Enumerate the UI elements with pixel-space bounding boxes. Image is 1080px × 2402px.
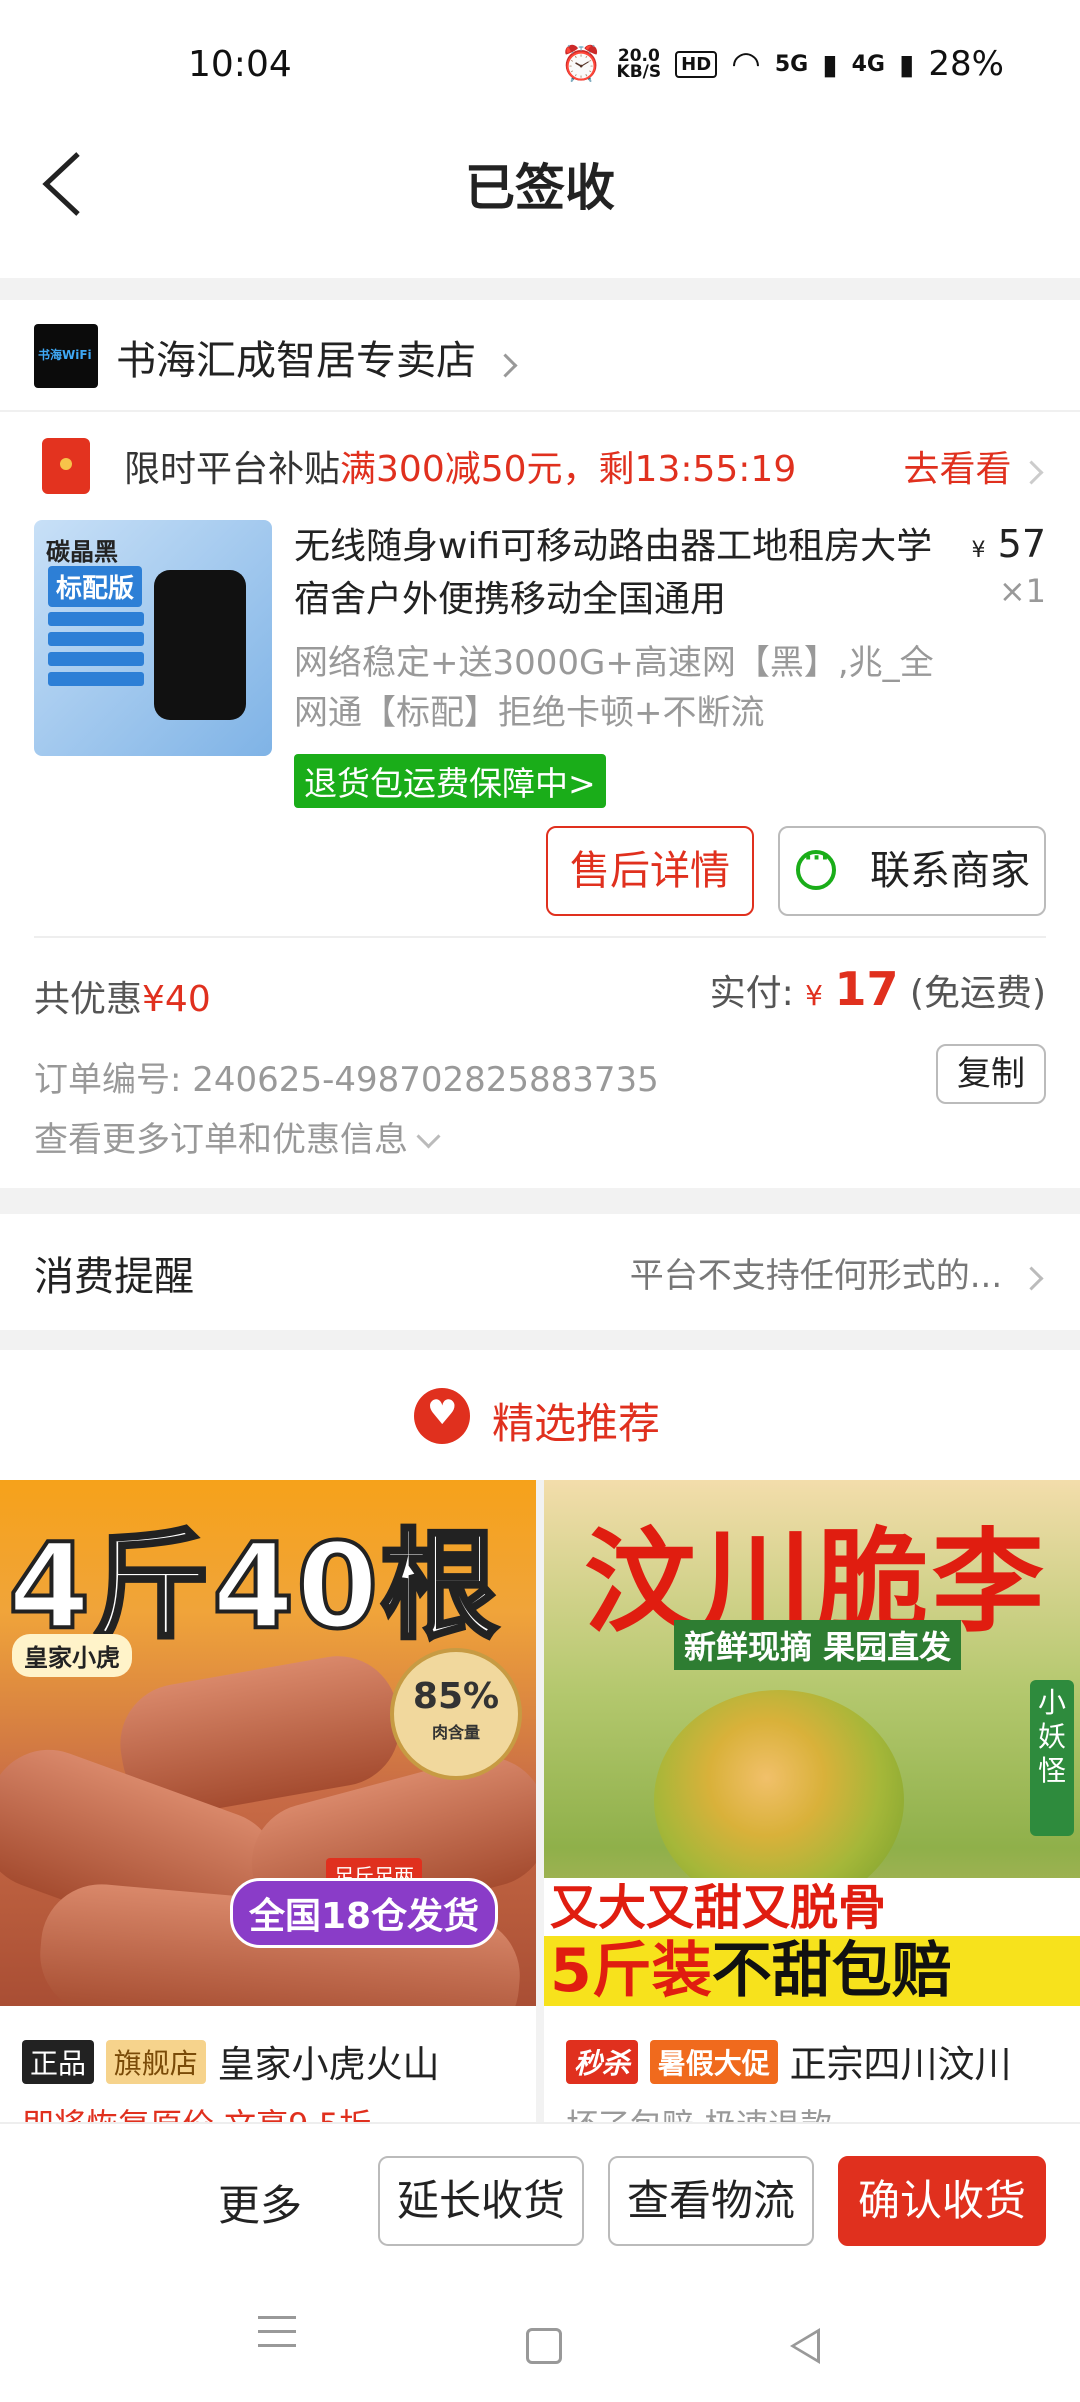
product-title[interactable]: 无线随身wifi可移动路由器工地租房大学宿舍户外便携移动全国通用: [294, 520, 944, 626]
alarm-icon: ⏰: [560, 44, 603, 84]
authentic-badge: 正品: [22, 2040, 95, 2084]
store-name-link[interactable]: 书海汇成智居专卖店: [116, 328, 518, 386]
battery-level: 28%: [928, 44, 1004, 84]
product-price: ¥ 57: [971, 522, 1046, 566]
divider: [0, 410, 1080, 412]
copy-button[interactable]: 复制: [936, 1044, 1046, 1104]
more-button[interactable]: 更多: [218, 2172, 302, 2233]
recommend-item-image[interactable]: 4斤40根 皇家小虎 85% 肉含量 足斤足两 全国18仓发货: [0, 1480, 536, 2006]
hd-icon: HD: [675, 50, 718, 78]
chevron-right-icon: [493, 353, 518, 378]
heart-icon: [414, 1388, 470, 1444]
flash-sale-badge: 秒杀: [566, 2040, 639, 2084]
flagship-badge: 旗舰店: [105, 2040, 206, 2084]
after-sale-button[interactable]: 售后详情: [546, 826, 754, 916]
clock: 10:04: [188, 44, 292, 85]
scrolled-content-edge: [0, 238, 1080, 278]
product-quantity: ×1: [998, 572, 1046, 610]
product-image[interactable]: 碳晶黑 标配版: [34, 520, 272, 756]
paid-amount: 实付: ¥ 17 (免运费): [709, 962, 1046, 1016]
status-icons: ⏰ 20.0 KB/S HD ◠ 5G ▮ 4G ▮ 28%: [560, 44, 1004, 84]
store-logo[interactable]: 书海WiFi: [34, 324, 98, 388]
bottom-action-bar: 更多 延长收货 查看物流 确认收货: [0, 2122, 1080, 2402]
recommend-title: 精选推荐: [492, 1399, 661, 1448]
red-envelope-icon: [42, 438, 90, 494]
refund-shipping-badge[interactable]: 退货包运费保障中>: [294, 754, 606, 808]
order-number: 订单编号: 240625-498702825883735: [34, 1060, 659, 1100]
promo-view-link[interactable]: 去看看: [904, 440, 1044, 492]
chevron-down-icon: [416, 1124, 441, 1149]
net-speed: 20.0 KB/S: [616, 46, 662, 82]
recommend-item-caption[interactable]: 正品 旗舰店 皇家小虎火山 即将恢复原价 文亭9.5折: [0, 2006, 536, 2122]
top-header: 已签收: [0, 130, 1080, 238]
more-order-info-toggle[interactable]: 查看更多订单和优惠信息: [34, 1112, 441, 1161]
wifi-icon: ◠: [731, 44, 761, 84]
recommend-header: 精选推荐: [0, 1350, 1080, 1480]
nav-back-icon[interactable]: [790, 2328, 820, 2364]
promo-badge: 暑假大促: [649, 2040, 778, 2084]
brand-badge: 皇家小虎: [12, 1634, 132, 1677]
chevron-right-icon: [1019, 1266, 1044, 1291]
confirm-receipt-button[interactable]: 确认收货: [838, 2156, 1046, 2246]
recommend-item-caption[interactable]: 秒杀 暑假大促 正宗四川汶川 坏了包赔 极速退款: [544, 2006, 1080, 2122]
status-bar: 10:04 ⏰ 20.0 KB/S HD ◠ 5G ▮ 4G ▮ 28%: [0, 0, 1080, 130]
signal-bars-icon: ▮: [822, 47, 838, 81]
divider: [34, 936, 1046, 938]
signal-4g: 4G: [851, 51, 885, 77]
signal-5g: 5G: [774, 51, 809, 77]
extend-receipt-button[interactable]: 延长收货: [378, 2156, 584, 2246]
chevron-right-icon: [1019, 460, 1044, 485]
reminder-label: 消费提醒: [34, 1254, 194, 1300]
chat-icon: [796, 846, 836, 890]
percent-seal: 85% 肉含量: [390, 1648, 522, 1780]
product-spec: 网络稳定+送3000G+高速网【黑】,兆_全网通【标配】拒绝卡顿+不断流: [294, 643, 934, 733]
promo-text: 限时平台补贴满300减50元，剩13:55:19: [124, 449, 797, 490]
recommend-item-image[interactable]: 汶川脆李 新鲜现摘 果园直发 小妖怪 又大又甜又脱骨 5斤装不甜包赔: [544, 1480, 1080, 2006]
discount-total: 共优惠¥40: [34, 979, 211, 1020]
page-title: 已签收: [465, 159, 615, 217]
view-logistics-button[interactable]: 查看物流: [608, 2156, 814, 2246]
signal-bars-icon: ▮: [899, 47, 915, 81]
reminder-value[interactable]: 平台不支持任何形式的...: [630, 1248, 1044, 1297]
home-icon[interactable]: [526, 2328, 562, 2364]
menu-icon[interactable]: [258, 2316, 296, 2376]
